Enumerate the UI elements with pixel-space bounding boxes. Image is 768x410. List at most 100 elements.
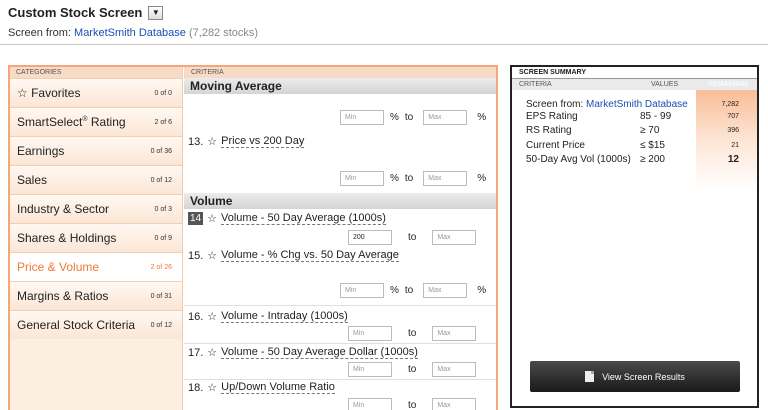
database-link[interactable]: MarketSmith Database [74, 27, 186, 39]
percent-unit: % [477, 173, 487, 184]
criterion-number-badge: 14 [188, 212, 204, 225]
summary-value: ≤ $15 [640, 139, 665, 151]
percent-unit: % [390, 112, 399, 123]
min-input[interactable]: 200 [348, 230, 392, 245]
range-to-label: to [404, 285, 414, 296]
category-industry-sector[interactable]: Industry & Sector 0 of 3 [10, 194, 182, 223]
min-input[interactable]: Min [340, 110, 384, 125]
summary-criteria: Screen from: MarketSmith Database [526, 98, 688, 110]
category-smartselect-rating[interactable]: SmartSelect® Rating 2 of 6 [10, 107, 182, 136]
summary-column-headers: CRITERIA VALUES REMAINING [512, 79, 757, 90]
criteria-range-row: 200 to Max [348, 230, 477, 245]
min-input[interactable]: Min [348, 398, 392, 410]
criterion-volume-50-day-average[interactable]: 14 ☆ Volume - 50 Day Average (1000s) [188, 212, 386, 225]
min-input[interactable]: Min [340, 171, 384, 186]
summary-row: EPS Rating 85 - 99 707 [512, 110, 757, 122]
category-count: 0 of 9 [154, 234, 172, 242]
summary-criteria: EPS Rating [526, 110, 578, 122]
min-input[interactable]: Min [348, 326, 392, 341]
criterion-up-down-volume-ratio[interactable]: 18. ☆ Up/Down Volume Ratio [188, 381, 335, 394]
max-input[interactable]: Max [432, 326, 477, 341]
divider [184, 343, 496, 344]
section-volume: Volume [184, 193, 496, 209]
star-icon[interactable]: ☆ [207, 212, 217, 225]
summary-row: Current Price ≤ $15 21 [512, 139, 757, 151]
criterion-number: 13. [188, 135, 204, 148]
star-icon[interactable]: ☆ [207, 381, 217, 394]
view-screen-results-button[interactable]: View Screen Results [530, 361, 740, 392]
criteria-header: CRITERIA [184, 67, 496, 78]
summary-remaining: 707 [727, 112, 739, 120]
summary-row: RS Rating ≥ 70 396 [512, 124, 757, 136]
criterion-number: 18. [188, 381, 204, 394]
range-to-label: to [408, 232, 417, 243]
percent-unit: % [390, 285, 399, 296]
category-label: ☆ Favorites [17, 86, 81, 100]
criterion-name: Volume - Intraday (1000s) [221, 310, 348, 323]
divider [184, 379, 496, 380]
min-input[interactable]: Min [340, 283, 384, 298]
category-shares-holdings[interactable]: Shares & Holdings 0 of 9 [10, 223, 182, 252]
criterion-number: 15. [188, 249, 204, 262]
category-earnings[interactable]: Earnings 0 of 36 [10, 136, 182, 165]
range-to-label: to [408, 364, 417, 375]
document-icon [585, 371, 595, 382]
category-label: Sales [17, 173, 48, 187]
max-input[interactable]: Max [423, 171, 468, 186]
summary-value: ≥ 70 [640, 124, 660, 136]
criterion-number: 16. [188, 310, 204, 323]
max-input[interactable]: Max [423, 110, 468, 125]
chevron-down-icon: ▼ [151, 8, 160, 17]
star-icon[interactable]: ☆ [207, 346, 217, 359]
max-input[interactable]: Max [432, 362, 477, 377]
criteria-range-row: Min % to Max % [340, 110, 486, 125]
page-title: Custom Stock Screen ▼ [8, 5, 164, 20]
summary-row-source: Screen from: MarketSmith Database 7,282 [512, 98, 757, 110]
category-favorites[interactable]: ☆ Favorites 0 of 0 [10, 78, 182, 107]
category-label: SmartSelect® Rating [17, 115, 126, 129]
category-label: Earnings [17, 144, 65, 158]
range-to-label: to [404, 112, 414, 123]
categories-column: CATEGORIES ☆ Favorites 0 of 0 SmartSelec… [10, 67, 183, 410]
criteria-range-row: Min to Max [348, 398, 477, 410]
summary-criteria: Current Price [526, 139, 585, 151]
criteria-range-row: Min to Max [348, 326, 477, 341]
max-input[interactable]: Max [423, 283, 468, 298]
criterion-name: Volume - % Chg vs. 50 Day Average [221, 249, 399, 262]
category-general-stock-criteria[interactable]: General Stock Criteria 0 of 12 [10, 310, 182, 339]
summary-remaining: 12 [727, 153, 739, 165]
category-sales[interactable]: Sales 0 of 12 [10, 165, 182, 194]
summary-database-link[interactable]: MarketSmith Database [586, 99, 688, 110]
screen-builder-panel: CATEGORIES ☆ Favorites 0 of 0 SmartSelec… [8, 65, 498, 410]
category-count: 2 of 26 [150, 263, 172, 271]
range-to-label: to [408, 328, 417, 339]
min-input[interactable]: Min [348, 362, 392, 377]
criterion-name: Up/Down Volume Ratio [221, 381, 335, 394]
criterion-volume-pct-chg[interactable]: 15. ☆ Volume - % Chg vs. 50 Day Average [188, 249, 399, 262]
summary-remaining: 396 [727, 126, 739, 134]
summary-remaining: 7,282 [721, 100, 739, 108]
category-label: Industry & Sector [17, 202, 110, 216]
stock-count: (7,282 stocks) [188, 27, 259, 39]
star-icon[interactable]: ☆ [207, 249, 217, 262]
summary-title: SCREEN SUMMARY [512, 67, 757, 79]
criterion-number: 17. [188, 346, 204, 359]
title-dropdown-button[interactable]: ▼ [148, 5, 164, 20]
category-count: 2 of 6 [154, 118, 172, 126]
max-input[interactable]: Max [432, 230, 477, 245]
category-price-volume[interactable]: Price & Volume 2 of 26 [10, 252, 182, 281]
percent-unit: % [477, 285, 487, 296]
col-remaining: REMAINING [708, 81, 748, 88]
screen-source-label: Screen from: [8, 27, 71, 39]
category-label: Price & Volume [17, 260, 100, 274]
star-icon[interactable]: ☆ [207, 135, 217, 148]
criterion-volume-50-day-dollar[interactable]: 17. ☆ Volume - 50 Day Average Dollar (10… [188, 346, 418, 359]
criterion-price-vs-200-day[interactable]: 13. ☆ Price vs 200 Day [188, 135, 305, 148]
criterion-volume-intraday[interactable]: 16. ☆ Volume - Intraday (1000s) [188, 310, 348, 323]
max-input[interactable]: Max [432, 398, 477, 410]
category-label: Margins & Ratios [17, 289, 109, 303]
summary-remaining: 21 [731, 141, 739, 149]
star-icon[interactable]: ☆ [207, 310, 217, 323]
category-margins-ratios[interactable]: Margins & Ratios 0 of 31 [10, 281, 182, 310]
criteria-range-row: Min % to Max % [340, 283, 486, 298]
